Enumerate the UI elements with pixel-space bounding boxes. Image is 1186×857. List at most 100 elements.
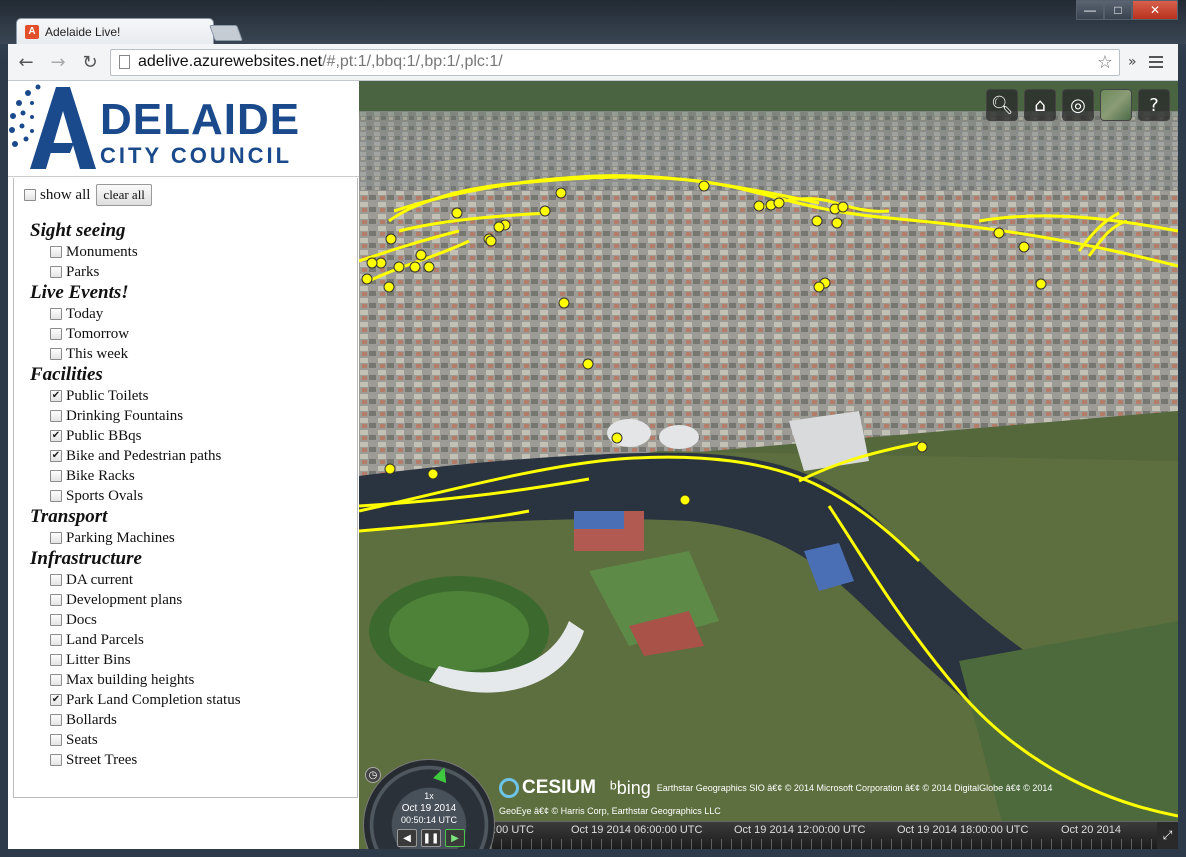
aerial-imagery [359, 81, 1178, 849]
show-all-label: show all [40, 186, 91, 203]
pause-icon[interactable]: ❚❚ [421, 829, 441, 847]
layer-label: Max building heights [66, 671, 195, 688]
browser-tab[interactable]: A Adelaide Live! [16, 18, 214, 44]
cesium-map-viewport[interactable]: 🔍︎ ⌂ ◎ ? CESIUM ᵇbing Earthstar Geograph… [359, 81, 1178, 849]
reload-icon[interactable]: ↻ [76, 48, 104, 76]
browser-menu-icon[interactable] [1148, 56, 1163, 68]
layer-checkbox[interactable] [50, 594, 62, 606]
timeline-label: :00 UTC [493, 824, 534, 836]
layer-item[interactable]: Litter Bins [30, 650, 241, 670]
play-icon[interactable]: ▶ [445, 829, 465, 847]
home-icon[interactable]: ⌂ [1024, 89, 1056, 121]
layer-item[interactable]: DA current [30, 570, 241, 590]
animation-speed: 1x [424, 791, 434, 801]
timeline[interactable]: :00 UTC Oct 19 2014 06:00:00 UTC Oct 19 … [491, 821, 1157, 849]
layer-checkbox[interactable] [50, 634, 62, 646]
forward-arrow-icon[interactable]: → [44, 48, 72, 76]
layer-checkbox[interactable] [50, 614, 62, 626]
layer-item[interactable]: Bollards [30, 710, 241, 730]
layer-item[interactable]: Sports Ovals [30, 486, 241, 506]
layer-label: Seats [66, 731, 98, 748]
animation-time: 00:50:14 UTC [400, 815, 458, 825]
bookmark-star-icon[interactable]: ☆ [1097, 52, 1113, 73]
adelaide-city-council-logo: DELAIDE CITY COUNCIL [8, 81, 359, 177]
layer-item[interactable]: ✔ Bike and Pedestrian paths [30, 446, 241, 466]
layer-item[interactable]: Seats [30, 730, 241, 750]
layer-item[interactable]: Street Trees [30, 750, 241, 770]
globe-icon[interactable]: ◎ [1062, 89, 1094, 121]
new-tab-button[interactable] [209, 25, 243, 41]
layer-label: Bollards [66, 711, 117, 728]
layer-item[interactable]: Parking Machines [30, 528, 241, 548]
cesium-logo[interactable]: CESIUM [499, 777, 596, 799]
layer-checkbox[interactable] [50, 246, 62, 258]
show-all-checkbox[interactable] [24, 189, 36, 201]
layer-item[interactable]: Today [30, 304, 241, 324]
maximize-icon[interactable]: □ [1104, 0, 1132, 20]
layer-groups: Sight seeing Monuments Parks Live Events! To… [30, 220, 241, 770]
layer-checkbox[interactable] [50, 490, 62, 502]
layer-checkbox[interactable] [50, 470, 62, 482]
map-credits: CESIUM ᵇbing Earthstar Geographics SIO â… [499, 777, 1052, 799]
close-icon[interactable]: ✕ [1132, 0, 1178, 20]
layer-checkbox[interactable] [50, 754, 62, 766]
group-title: Infrastructure [30, 548, 142, 569]
layer-sidebar: DELAIDE CITY COUNCIL show all clear all … [8, 81, 359, 849]
layer-checkbox[interactable] [50, 410, 62, 422]
adelaide-favicon-icon: A [25, 24, 39, 39]
layer-checkbox[interactable]: ✔ [50, 694, 62, 706]
help-icon[interactable]: ? [1138, 89, 1170, 121]
extensions-chevron-icon[interactable]: » [1128, 54, 1137, 70]
fullscreen-icon[interactable]: ⤢ [1157, 821, 1178, 849]
clear-all-button[interactable]: clear all [96, 184, 152, 206]
layer-checkbox[interactable]: ✔ [50, 430, 62, 442]
layer-checkbox[interactable]: ✔ [50, 390, 62, 402]
layer-checkbox[interactable] [50, 308, 62, 320]
layer-checkbox[interactable] [50, 714, 62, 726]
layer-label: Public BBqs [66, 427, 142, 444]
layer-checkbox[interactable] [50, 328, 62, 340]
imagery-attribution-2: GeoEye â€¢ © Harris Corp, Earthstar Geog… [499, 806, 721, 816]
address-bar[interactable]: adelive.azurewebsites.net /#,pt:1/,bbq:1… [110, 48, 1120, 76]
layer-checkbox[interactable] [50, 654, 62, 666]
play-reverse-icon[interactable]: ◀ [397, 829, 417, 847]
browser-window: A Adelaide Live! — □ ✕ ← → ↻ adelive.azu… [0, 0, 1186, 857]
layer-item[interactable]: Max building heights [30, 670, 241, 690]
imagery-picker-icon[interactable] [1100, 89, 1132, 121]
layer-item[interactable]: Tomorrow [30, 324, 241, 344]
tab-title: Adelaide Live! [45, 24, 121, 39]
bing-logo[interactable]: ᵇbing [610, 778, 651, 799]
layer-item[interactable]: Docs [30, 610, 241, 630]
layer-label: Parking Machines [66, 529, 175, 546]
layer-item[interactable]: Drinking Fountains [30, 406, 241, 426]
layer-checkbox[interactable] [50, 532, 62, 544]
timeline-ticks [491, 839, 1157, 849]
minimize-icon[interactable]: — [1076, 0, 1104, 20]
layer-checkbox[interactable] [50, 266, 62, 278]
layer-item[interactable]: Monuments [30, 242, 241, 262]
search-icon[interactable]: 🔍︎ [986, 89, 1018, 121]
layer-label: Bike Racks [66, 467, 135, 484]
layer-item[interactable]: ✔ Public Toilets [30, 386, 241, 406]
layer-item[interactable]: ✔ Park Land Completion status [30, 690, 241, 710]
layer-item[interactable]: This week [30, 344, 241, 364]
layer-checkbox[interactable]: ✔ [50, 450, 62, 462]
layer-item[interactable]: Development plans [30, 590, 241, 610]
back-arrow-icon[interactable]: ← [12, 48, 40, 76]
logo-subtitle: CITY COUNCIL [100, 143, 293, 168]
layer-item[interactable]: Bike Racks [30, 466, 241, 486]
layer-item[interactable]: Parks [30, 262, 241, 282]
layer-item[interactable]: ✔ Public BBqs [30, 426, 241, 446]
animation-date: Oct 19 2014 [401, 803, 457, 814]
layer-label: Street Trees [66, 751, 138, 768]
layer-label: Park Land Completion status [66, 691, 241, 708]
layer-label: DA current [66, 571, 134, 588]
layer-checkbox[interactable] [50, 348, 62, 360]
layer-checkbox[interactable] [50, 674, 62, 686]
clock-reset-icon[interactable]: ◷ [365, 767, 381, 783]
layer-checkbox[interactable] [50, 734, 62, 746]
layer-panel: show all clear all Sight seeing Monuments… [13, 178, 358, 798]
layer-checkbox[interactable] [50, 574, 62, 586]
layer-item[interactable]: Land Parcels [30, 630, 241, 650]
group-title: Transport [30, 506, 108, 527]
